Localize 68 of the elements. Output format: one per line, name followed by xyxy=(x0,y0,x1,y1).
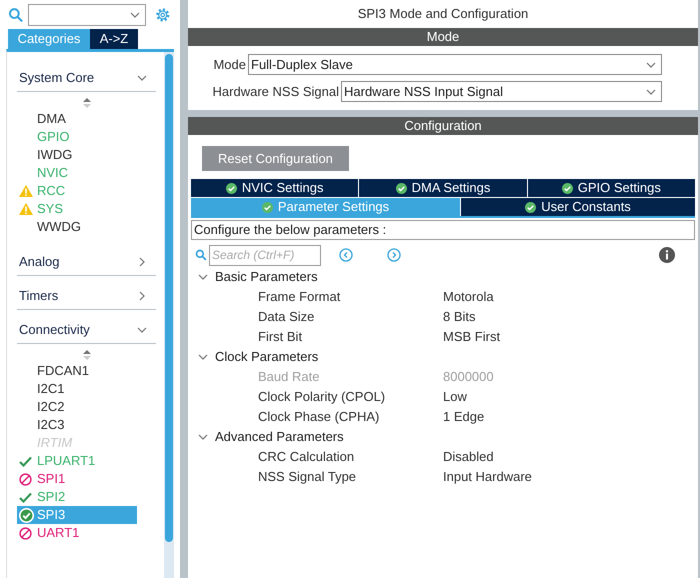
search-field[interactable]: Search (Ctrl+F) xyxy=(209,244,321,266)
check-circle-icon xyxy=(262,202,273,212)
next-icon[interactable] xyxy=(387,248,401,262)
peripheral-item[interactable]: FDCAN1 xyxy=(17,362,137,380)
warning-icon xyxy=(19,203,33,215)
parameter-name: First Bit xyxy=(258,328,304,346)
view-tab[interactable]: A->Z xyxy=(90,29,138,49)
peripheral-item[interactable]: DMA xyxy=(17,110,137,128)
parameter-value: 8000000 xyxy=(443,368,494,386)
mode-dropdown[interactable]: Hardware NSS Input Signal xyxy=(341,81,662,102)
peripheral-item[interactable]: I2C1 xyxy=(17,380,137,398)
category-header[interactable]: Timers xyxy=(19,286,58,306)
parameter-value: Disabled xyxy=(443,448,494,466)
peripheral-item[interactable]: WWDG xyxy=(17,218,137,236)
previous-icon[interactable] xyxy=(339,248,353,262)
check-circle-icon xyxy=(396,182,407,194)
section-header: Configuration xyxy=(188,117,698,135)
prohibited-icon xyxy=(19,472,32,486)
check-circle-icon xyxy=(226,182,237,194)
parameter-name: CRC Calculation xyxy=(258,448,356,466)
config-tab[interactable]: GPIO Settings xyxy=(528,179,695,197)
field-label: Mode xyxy=(213,56,246,74)
parameter-value: Low xyxy=(443,388,467,406)
check-icon xyxy=(19,492,32,502)
section-header: Mode xyxy=(188,28,698,46)
category-header[interactable]: Analog xyxy=(19,252,60,272)
prohibited-icon xyxy=(19,526,32,540)
parameter-name: Clock Phase (CPHA) xyxy=(258,408,380,426)
config-tab[interactable]: User Constants xyxy=(461,198,695,216)
field-label: Hardware NSS Signal xyxy=(212,82,339,101)
check-circle-icon xyxy=(525,202,536,212)
parameter-value: Input Hardware xyxy=(443,468,532,486)
parameter-name: Frame Format xyxy=(258,288,342,306)
group-header[interactable]: Clock Parameters xyxy=(215,347,318,367)
scrollbar-thumb[interactable] xyxy=(165,54,173,542)
peripheral-item[interactable]: I2C2 xyxy=(17,398,137,416)
group-header[interactable]: Advanced Parameters xyxy=(215,427,344,447)
peripheral-item[interactable]: UART1 xyxy=(17,524,137,542)
search-combo[interactable] xyxy=(28,4,146,26)
config-tab[interactable]: NVIC Settings xyxy=(191,179,358,197)
sort-arrows-icon xyxy=(82,98,90,108)
parameter-value: MSB First xyxy=(443,328,500,346)
check-icon xyxy=(19,456,32,466)
mode-dropdown[interactable]: Full-Duplex Slave xyxy=(248,54,662,75)
category-header[interactable]: System Core xyxy=(19,68,94,88)
peripheral-item[interactable]: SPI1 xyxy=(17,470,137,488)
parameter-name: Data Size xyxy=(258,308,316,326)
warning-icon xyxy=(19,185,33,197)
check-circle-icon xyxy=(19,508,34,522)
settings-icon[interactable] xyxy=(154,6,172,24)
hint-text: Configure the below parameters : xyxy=(191,220,695,240)
peripheral-item[interactable]: I2C3 xyxy=(17,416,137,434)
parameter-value: 1 Edge xyxy=(443,408,484,426)
search-icon xyxy=(195,249,207,261)
parameter-value: 8 Bits xyxy=(443,308,476,326)
category-header[interactable]: Connectivity xyxy=(19,320,90,340)
parameter-name: Baud Rate xyxy=(258,368,320,386)
check-circle-icon xyxy=(562,182,573,194)
peripheral-item[interactable]: IWDG xyxy=(17,146,137,164)
info-icon[interactable] xyxy=(659,247,675,263)
parameter-value: Motorola xyxy=(443,288,494,306)
sort-arrows-icon xyxy=(82,350,90,360)
parameter-name: NSS Signal Type xyxy=(258,468,358,486)
config-tab[interactable]: DMA Settings xyxy=(359,179,527,197)
group-header[interactable]: Basic Parameters xyxy=(215,267,318,287)
panel-title: SPI3 Mode and Configuration xyxy=(356,5,530,23)
search-icon xyxy=(8,7,24,23)
parameter-name: Clock Polarity (CPOL) xyxy=(258,388,386,406)
